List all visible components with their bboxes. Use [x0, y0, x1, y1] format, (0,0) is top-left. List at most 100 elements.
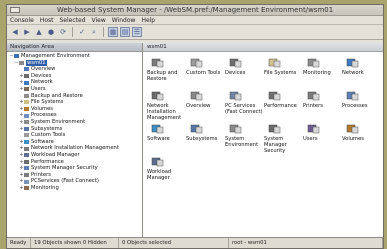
plugin-item[interactable]: Volumes [342, 123, 382, 142]
tree-item[interactable]: − wsm01 [7, 59, 142, 67]
status-selected-count: 0 Objects selected [119, 238, 229, 248]
tree-item[interactable]: Custom Tools [7, 132, 142, 139]
workload-manager-icon [151, 157, 164, 167]
plugin-item[interactable]: System Manager Security [264, 123, 304, 154]
details-view[interactable]: ☰ [132, 27, 142, 37]
menu-help[interactable]: Help [141, 16, 155, 24]
tree-node-icon [24, 179, 29, 184]
plugin-item[interactable]: Performance [264, 90, 304, 109]
tree-item[interactable]: + Printers [7, 172, 142, 179]
backup-restore-icon [151, 58, 164, 68]
plugin-item-label: Volumes [342, 136, 364, 142]
plugin-item[interactable]: Custom Tools [186, 57, 226, 76]
tree-item[interactable]: + System Manager Security [7, 165, 142, 172]
plugin-item[interactable]: Monitoring [303, 57, 343, 76]
title-bar: Web-based System Manager - /WebSM.pref:/… [7, 5, 383, 16]
tree-node-icon [24, 120, 29, 125]
toolbar: ◀ ▶ ▲ ● ⟳ ✓ ⌕ ▦ ▤ ☰ [7, 25, 383, 40]
plugin-item[interactable]: Printers [303, 90, 343, 109]
toolbar-separator [72, 27, 73, 37]
tree-item[interactable]: + Network Installation Management [7, 145, 142, 152]
plugin-item-label: Custom Tools [186, 70, 221, 76]
navigation-area: Navigation Area − Management Environment −… [7, 43, 143, 237]
tree-item[interactable]: + Monitoring [7, 185, 142, 192]
plugin-item[interactable]: Devices [225, 57, 265, 76]
tree-item-label: Printers [31, 171, 51, 178]
tree-item[interactable]: + Network [7, 79, 142, 86]
plugin-item-label: Processes [342, 103, 368, 109]
tree-item-label: Network Installation Management [31, 145, 119, 152]
tree-node-icon [19, 60, 24, 65]
plugin-item-label: System Manager Security [264, 136, 287, 154]
volumes-icon [346, 124, 359, 134]
tree-item-label: Processes [31, 112, 57, 119]
plugin-item[interactable]: File Systems [264, 57, 304, 76]
menu-host[interactable]: Host [40, 16, 54, 24]
tree-node-icon [24, 126, 29, 131]
tree-node-icon [24, 172, 29, 177]
menu-selected[interactable]: Selected [60, 16, 86, 24]
plugin-item[interactable]: PC Services (Fast Connect) [225, 90, 265, 115]
tree-item-label: PCServices (Fast Connect) [31, 178, 99, 185]
tree-item[interactable]: + Processes [7, 112, 142, 119]
plugin-item[interactable]: System Environment [225, 123, 265, 148]
menu-window[interactable]: Window [112, 16, 136, 24]
tree-item[interactable]: + Volumes [7, 106, 142, 113]
tree-item-label: Backup and Restore [31, 92, 83, 99]
large-icons-view[interactable]: ▦ [108, 27, 118, 37]
tree-node-icon [24, 186, 29, 191]
plugin-item-label: Network Installation Management [147, 103, 182, 121]
tree-node-icon [24, 113, 29, 118]
plugin-item[interactable]: Overview [186, 90, 226, 109]
plugin-item[interactable]: Backup and Restore [147, 57, 187, 82]
tree-item[interactable]: + Performance [7, 159, 142, 166]
find-icon[interactable]: ⌕ [89, 27, 99, 37]
tree-item[interactable]: Backup and Restore [7, 93, 142, 100]
tree-item-label: Custom Tools [31, 132, 66, 139]
plugin-item-label: Overview [186, 103, 211, 109]
tree-item[interactable]: + Subsystems [7, 126, 142, 133]
plugin-item-label: Devices [225, 70, 246, 76]
tree-item[interactable]: + PCServices (Fast Connect) [7, 178, 142, 185]
menu-view[interactable]: View [92, 16, 106, 24]
tree-item-label: Performance [31, 158, 64, 165]
plugin-item[interactable]: Subsystems [186, 123, 226, 142]
small-icons-view[interactable]: ▤ [120, 27, 130, 37]
check-icon[interactable]: ✓ [77, 27, 87, 37]
tree-item[interactable]: Overview [7, 66, 142, 73]
plugin-item[interactable]: Workload Manager [147, 156, 187, 181]
tree-node-icon [24, 166, 29, 171]
tree-node-icon [24, 80, 29, 85]
plugin-item[interactable]: Users [303, 123, 343, 142]
tree-node-icon [24, 74, 29, 79]
tree-item[interactable]: + System Environment [7, 119, 142, 126]
wsm-window: Web-based System Manager - /WebSM.pref:/… [6, 4, 384, 249]
plugin-item[interactable]: Software [147, 123, 187, 142]
tree-item-label: Software [31, 138, 54, 145]
plugin-item[interactable]: Network Installation Management [147, 90, 187, 121]
security-icon [268, 124, 281, 134]
custom-tools-icon [190, 58, 203, 68]
tree-item[interactable]: + Users [7, 86, 142, 93]
refresh-icon[interactable]: ⟳ [58, 27, 68, 37]
stop-icon[interactable]: ● [46, 27, 56, 37]
plugin-item[interactable]: Network [342, 57, 382, 76]
menu-console[interactable]: Console [10, 16, 34, 24]
users-icon [307, 124, 320, 134]
devices-icon [229, 58, 242, 68]
tree-node-icon [24, 146, 29, 151]
tree-item[interactable]: + Devices [7, 73, 142, 80]
content-area-header: wsm01 [143, 43, 383, 52]
plugin-item[interactable]: Processes [342, 90, 382, 109]
tree-item-label: Network [31, 79, 53, 86]
status-ready: Ready [7, 238, 31, 248]
tree-item[interactable]: − Management Environment [7, 53, 142, 60]
tree-item[interactable]: + Software [7, 139, 142, 146]
forward-icon[interactable]: ▶ [22, 27, 32, 37]
tree-item-label: System Environment [31, 118, 86, 125]
tree-item[interactable]: + Workload Manager [7, 152, 142, 159]
back-icon[interactable]: ◀ [10, 27, 20, 37]
tree-item-label: System Manager Security [31, 165, 98, 172]
tree-item[interactable]: + File Systems [7, 99, 142, 106]
up-icon[interactable]: ▲ [34, 27, 44, 37]
